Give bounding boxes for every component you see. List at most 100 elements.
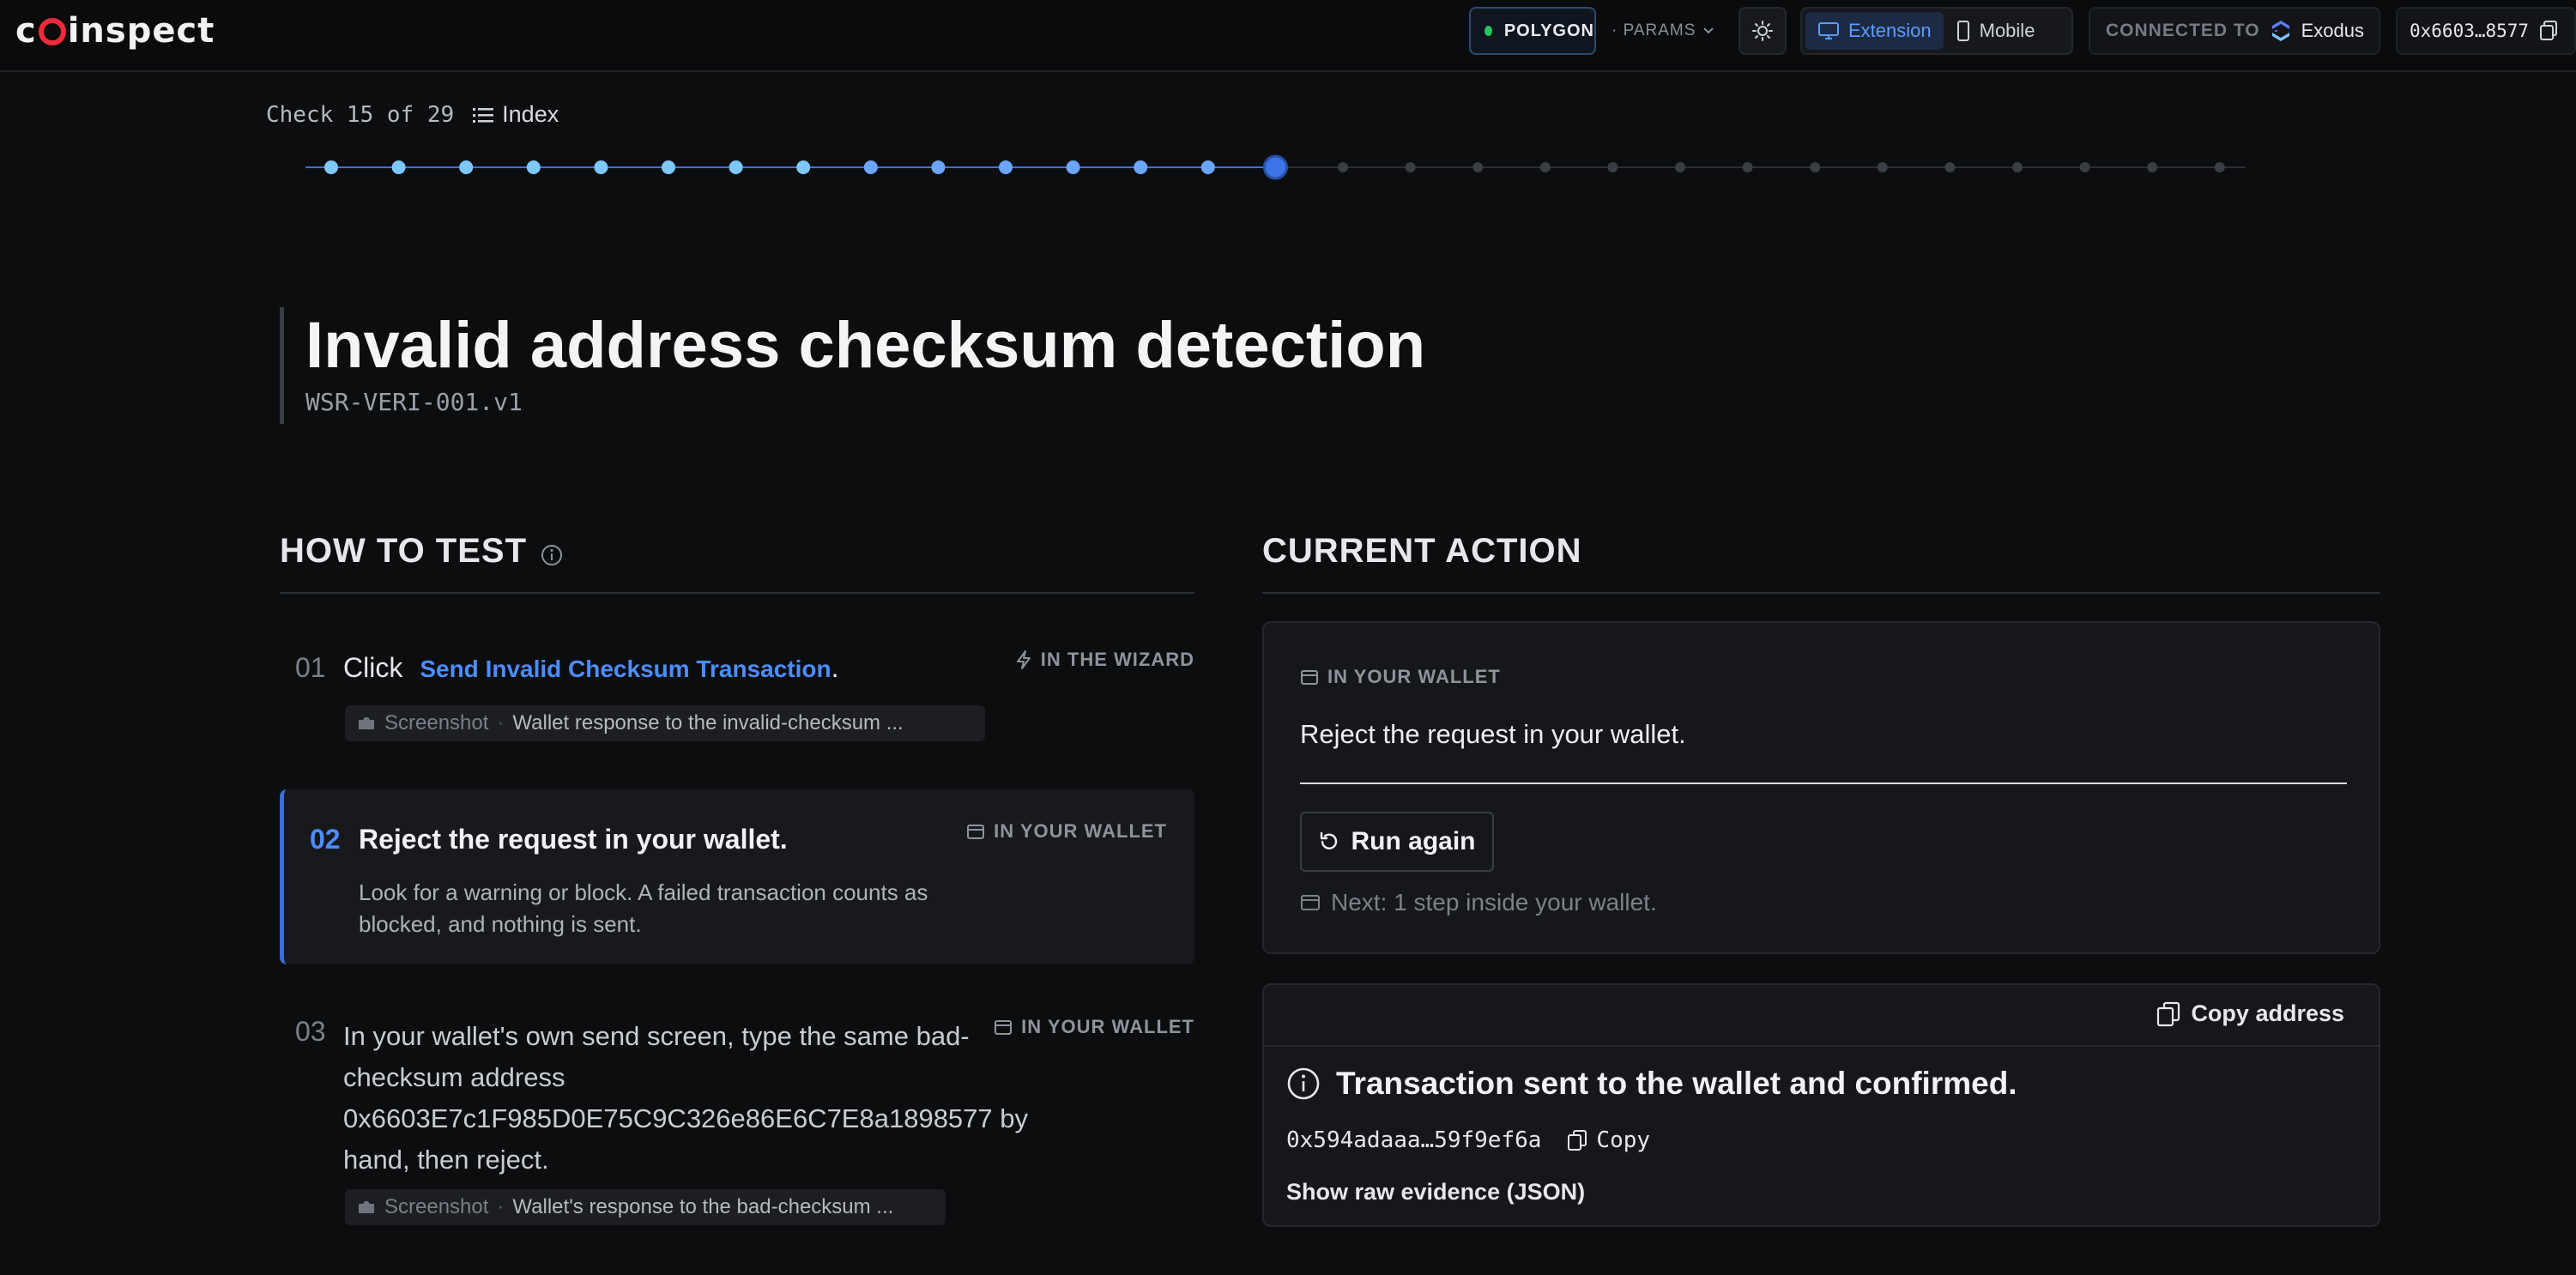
step-suffix: .	[831, 652, 839, 683]
progress-dot[interactable]	[999, 160, 1013, 174]
wallet-name: Exodus	[2301, 20, 2365, 41]
account-address-text: 0x6603…8577	[2410, 21, 2530, 41]
step-instruction: In your wallet's own send screen, type t…	[343, 1021, 1029, 1175]
progress-dot[interactable]	[459, 160, 474, 174]
next-step-text: Next: 1 step inside your wallet.	[1331, 889, 1657, 915]
check-header: Invalid address checksum detection WSR-V…	[280, 307, 1425, 424]
test-step-1: 01 Click Send Invalid Checksum Transacti…	[280, 637, 1194, 748]
connected-label: CONNECTED TO	[2106, 21, 2260, 40]
current-action-card: IN YOUR WALLET Reject the request in you…	[1262, 621, 2380, 954]
camera-icon	[357, 1199, 376, 1216]
progress-dot[interactable]	[1944, 162, 1956, 172]
list-icon	[473, 106, 494, 124]
platform-extension-label: Extension	[1848, 20, 1932, 41]
params-dropdown[interactable]: · PARAMS	[1608, 7, 1721, 55]
platform-mobile-tab[interactable]: Mobile	[1944, 12, 2047, 50]
copy-address-button[interactable]: Copy address	[2156, 1000, 2344, 1027]
copy-address-label: Copy address	[2191, 1000, 2344, 1026]
progress-dot[interactable]	[729, 160, 743, 174]
run-again-label: Run again	[1351, 827, 1476, 855]
progress-dot-current[interactable]	[1262, 154, 1288, 180]
index-link[interactable]: Index	[473, 101, 559, 128]
network-selector[interactable]: POLYGON	[1469, 7, 1596, 55]
progress-dot[interactable]	[2012, 162, 2023, 172]
progress-dot[interactable]	[931, 160, 946, 174]
platform-extension-tab[interactable]: Extension	[1805, 12, 1944, 50]
monitor-icon	[1817, 21, 1840, 41]
send-invalid-checksum-link[interactable]: Send Invalid Checksum Transaction	[420, 656, 831, 682]
progress-dot[interactable]	[526, 160, 541, 174]
progress-dot[interactable]	[324, 160, 338, 174]
step-location-tag: IN YOUR WALLET	[994, 1016, 1194, 1038]
progress-dot[interactable]	[1066, 160, 1080, 174]
wallet-icon	[1300, 893, 1321, 912]
screenshot-slot[interactable]: Screenshot · Wallet's response to the ba…	[345, 1189, 946, 1225]
lightning-icon	[1015, 650, 1032, 670]
sun-icon	[1751, 20, 1774, 42]
screenshot-label: Screenshot	[384, 711, 489, 734]
network-label: POLYGON	[1503, 21, 1594, 40]
wallet-icon	[966, 823, 985, 840]
progress-dot[interactable]	[1742, 162, 1753, 172]
progress-dot[interactable]	[1134, 160, 1148, 174]
result-card: Copy address Transaction sent to the wal…	[1262, 983, 2380, 1227]
check-counter: Check 15 of 29 Index	[266, 101, 559, 128]
refresh-icon	[1318, 831, 1340, 853]
copy-icon	[2156, 1001, 2180, 1027]
app-logo[interactable]: c inspect	[15, 9, 215, 53]
action-location-label: IN YOUR WALLET	[1327, 666, 1501, 687]
step-location-tag: IN YOUR WALLET	[966, 820, 1167, 843]
progress-dot[interactable]	[1675, 162, 1685, 172]
progress-dot[interactable]	[1200, 160, 1215, 174]
how-to-test-title: HOW TO TEST	[280, 532, 528, 570]
index-label: Index	[502, 101, 559, 127]
platform-mobile-label: Mobile	[1979, 20, 2035, 41]
progress-dot[interactable]	[1472, 162, 1484, 172]
check-code: WSR-VERI-001.v1	[305, 388, 523, 416]
step-prefix: Click	[343, 652, 403, 683]
result-status-text: Transaction sent to the wallet and confi…	[1336, 1066, 2017, 1101]
progress-dot[interactable]	[1607, 162, 1618, 172]
progress-dot[interactable]	[391, 160, 406, 174]
next-step-hint: Next: 1 step inside your wallet.	[1300, 889, 1657, 916]
theme-toggle-button[interactable]	[1738, 7, 1787, 55]
step-number: 01	[295, 652, 326, 683]
run-again-button[interactable]: Run again	[1300, 812, 1494, 872]
progress-dot[interactable]	[2214, 162, 2225, 172]
progress-dot[interactable]	[662, 160, 675, 174]
progress-dot[interactable]	[1539, 162, 1551, 172]
progress-dot[interactable]	[2147, 162, 2158, 172]
copy-hash-label: Copy	[1596, 1127, 1651, 1153]
page-title: Invalid address checksum detection	[305, 309, 1426, 382]
action-instruction: Reject the request in your wallet.	[1300, 719, 1686, 749]
screenshot-slot[interactable]: Screenshot · Wallet response to the inva…	[345, 705, 985, 741]
wallet-connection[interactable]: CONNECTED TO Exodus	[2089, 7, 2380, 55]
result-card-header: Copy address	[1264, 985, 2379, 1047]
progress-dot[interactable]	[1338, 162, 1348, 172]
progress-dot[interactable]	[1877, 162, 1888, 172]
progress-dot[interactable]	[863, 160, 878, 174]
show-raw-evidence-link[interactable]: Show raw evidence (JSON)	[1286, 1179, 1585, 1206]
camera-icon	[357, 715, 376, 732]
chevron-down-icon	[1702, 25, 1714, 37]
progress-dot[interactable]	[594, 160, 608, 174]
progress-dot[interactable]	[1405, 162, 1416, 172]
progress-dot[interactable]	[2079, 162, 2090, 172]
step-location-label: IN THE WIZARD	[1040, 649, 1194, 670]
account-address[interactable]: 0x6603…8577	[2396, 7, 2576, 55]
copy-hash-button[interactable]: Copy	[1567, 1127, 1650, 1153]
step-number: 02	[310, 824, 341, 855]
progress-dot[interactable]	[796, 160, 811, 174]
logo-o-mark	[38, 18, 66, 45]
copy-icon[interactable]	[2539, 20, 2558, 42]
info-icon[interactable]	[541, 544, 563, 566]
progress-track	[305, 154, 2246, 180]
progress-dot[interactable]	[1810, 162, 1821, 172]
result-status: Transaction sent to the wallet and confi…	[1286, 1066, 2017, 1102]
step-location-label: IN YOUR WALLET	[994, 820, 1167, 842]
exodus-logo-icon	[2269, 19, 2293, 43]
info-icon	[1286, 1067, 1321, 1101]
step-instruction: Click Send Invalid Checksum Transaction.	[343, 652, 838, 684]
phone-icon	[1956, 20, 1971, 42]
transaction-hash-row: 0x594adaaa…59f9ef6a Copy	[1286, 1127, 1650, 1153]
